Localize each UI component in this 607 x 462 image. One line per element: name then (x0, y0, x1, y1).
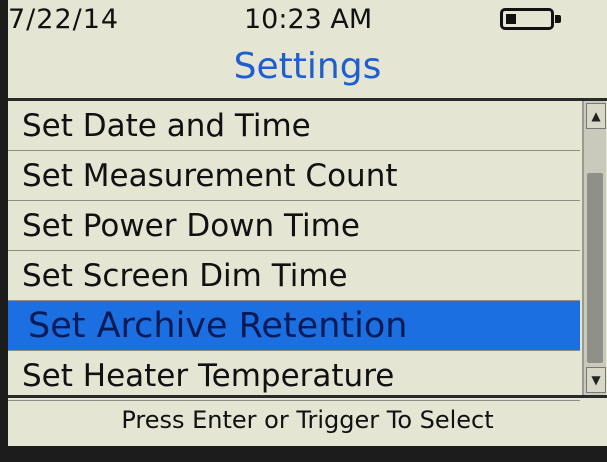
time-display: 10:23 AM (244, 4, 373, 35)
instruction-text: Press Enter or Trigger To Select (121, 406, 494, 434)
scroll-down-icon[interactable]: ▼ (586, 367, 606, 393)
menu-item-set-date-and-time[interactable]: Set Date and Time (8, 101, 580, 151)
battery-low-icon (500, 8, 561, 30)
scroll-up-icon[interactable]: ▲ (586, 103, 606, 129)
page-title: Settings (233, 46, 382, 87)
date-display: 7/22/14 (8, 4, 120, 35)
settings-menu: Set Date and Time Set Measurement Count … (8, 101, 580, 401)
menu-item-set-screen-dim-time[interactable]: Set Screen Dim Time (8, 251, 580, 301)
settings-list: Set Date and Time Set Measurement Count … (8, 98, 607, 401)
battery-tip (555, 15, 561, 23)
menu-item-set-archive-retention[interactable]: Set Archive Retention (8, 301, 580, 351)
battery-level (506, 14, 516, 24)
menu-item-set-measurement-count[interactable]: Set Measurement Count (8, 151, 580, 201)
menu-item-set-heater-temperature[interactable]: Set Heater Temperature (8, 351, 580, 401)
status-bar: 7/22/14 10:23 AM (8, 0, 607, 44)
menu-item-set-power-down-time[interactable]: Set Power Down Time (8, 201, 580, 251)
scrollbar[interactable]: ▲ ▼ (582, 101, 606, 395)
device-screen: 7/22/14 10:23 AM Settings Set Date and T… (8, 0, 607, 446)
scrollbar-thumb[interactable] (587, 173, 603, 363)
